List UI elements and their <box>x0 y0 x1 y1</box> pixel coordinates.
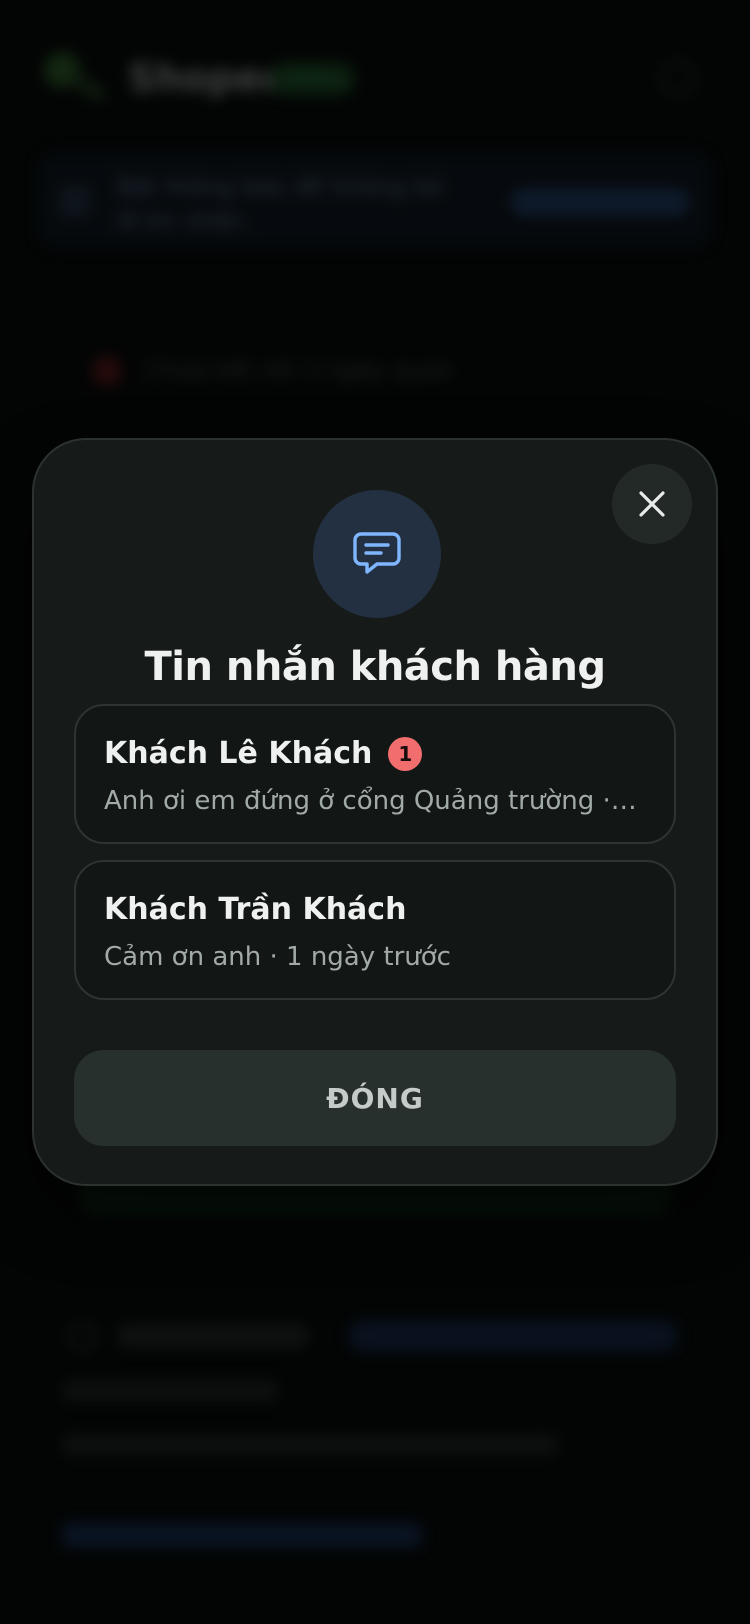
unread-badge: 1 <box>388 736 423 771</box>
message-preview: Anh ơi em đứng ở cổng Quảng trường · vừa… <box>104 786 644 816</box>
close-icon <box>639 491 665 517</box>
customer-name: Khách Lê Khách <box>104 736 373 771</box>
chat-bubble-icon <box>353 532 401 574</box>
conversation-item[interactable]: Khách Trần Khách Cảm ơn anh · 1 ngày trư… <box>74 860 676 1000</box>
message-preview: Cảm ơn anh · 1 ngày trước <box>104 942 451 972</box>
modal-title: Tin nhắn khách hàng <box>144 644 606 690</box>
screen: Shopee Online Bật thông báo để không bỏ … <box>0 0 750 1624</box>
conversation-item[interactable]: Khách Lê Khách 1 Anh ơi em đứng ở cổng Q… <box>74 704 676 844</box>
conversation-header: Khách Trần Khách <box>104 892 406 927</box>
dismiss-button[interactable]: ĐÓNG <box>74 1050 676 1146</box>
conversation-header: Khách Lê Khách 1 <box>104 736 423 771</box>
chat-icon-circle <box>313 490 441 618</box>
customer-name: Khách Trần Khách <box>104 892 407 927</box>
messages-modal: Tin nhắn khách hàng Khách Lê Khách 1 Anh… <box>32 438 718 1186</box>
close-button[interactable] <box>612 464 692 544</box>
